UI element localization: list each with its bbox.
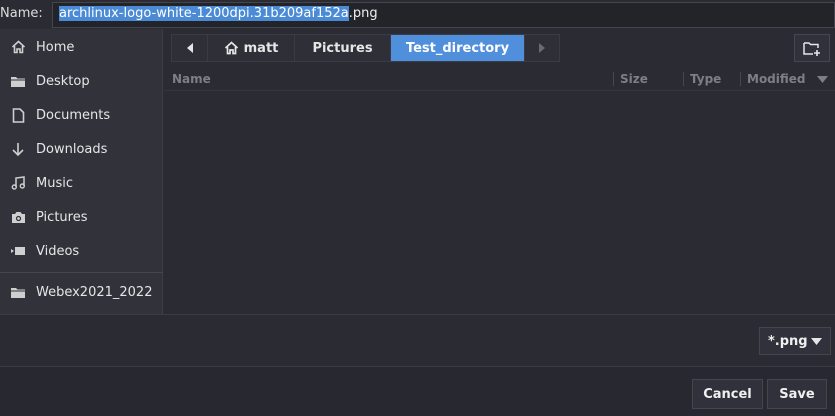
column-divider bbox=[683, 72, 684, 86]
sidebar-item-label: Downloads bbox=[36, 141, 108, 157]
path-item-pictures[interactable]: Pictures bbox=[295, 35, 391, 61]
sidebar-item-downloads[interactable]: Downloads bbox=[0, 132, 163, 166]
music-icon bbox=[0, 176, 36, 190]
chevron-left-icon bbox=[186, 43, 193, 53]
column-header-type[interactable]: Type bbox=[690, 72, 721, 86]
home-icon bbox=[0, 40, 36, 54]
name-label: Name: bbox=[0, 6, 43, 21]
path-item-label: Test_directory bbox=[405, 40, 510, 56]
places-sidebar: Home Desktop Documents Downloads Music P… bbox=[0, 29, 163, 314]
sidebar-item-documents[interactable]: Documents bbox=[0, 98, 163, 132]
chevron-down-icon bbox=[811, 337, 822, 345]
sidebar-item-desktop[interactable]: Desktop bbox=[0, 64, 163, 98]
cancel-button[interactable]: Cancel bbox=[692, 379, 763, 409]
home-icon bbox=[224, 41, 238, 55]
path-item-label: matt bbox=[243, 40, 279, 56]
column-header-modified[interactable]: Modified bbox=[747, 72, 806, 86]
sidebar-item-music[interactable]: Music bbox=[0, 166, 163, 200]
document-icon bbox=[0, 107, 36, 123]
filter-selected-value: *.png bbox=[768, 333, 808, 349]
sidebar-item-label: Webex2021_2022 bbox=[36, 284, 153, 300]
camera-icon bbox=[0, 211, 36, 224]
file-type-filter[interactable]: *.png bbox=[759, 327, 831, 355]
path-item-label: Pictures bbox=[312, 40, 373, 56]
sidebar-separator bbox=[0, 272, 163, 273]
download-icon bbox=[0, 142, 36, 157]
filename-extension-text: .png bbox=[348, 6, 378, 21]
sidebar-item-home[interactable]: Home bbox=[0, 30, 163, 64]
path-item-home[interactable]: matt bbox=[208, 35, 295, 61]
file-list[interactable]: Name Size Type Modified bbox=[164, 67, 835, 314]
column-header-row: Name Size Type Modified bbox=[164, 67, 835, 91]
path-item-current[interactable]: Test_directory bbox=[391, 35, 525, 61]
path-forward-button[interactable] bbox=[525, 35, 559, 61]
sidebar-item-label: Music bbox=[36, 175, 73, 191]
column-divider bbox=[740, 72, 741, 86]
sidebar-item-label: Videos bbox=[36, 243, 80, 259]
action-row: Cancel Save bbox=[0, 366, 835, 416]
column-divider bbox=[613, 72, 614, 86]
path-bar: matt Pictures Test_directory bbox=[171, 34, 560, 62]
sidebar-item-label: Documents bbox=[36, 107, 111, 123]
filter-row: *.png bbox=[0, 314, 835, 366]
sidebar-item-pictures[interactable]: Pictures bbox=[0, 200, 163, 234]
sidebar-item-webex2021-2022[interactable]: Webex2021_2022 bbox=[0, 275, 163, 309]
path-back-button[interactable] bbox=[172, 35, 208, 61]
chevron-right-icon bbox=[539, 43, 545, 53]
sidebar-item-label: Home bbox=[36, 39, 75, 55]
folder-icon bbox=[0, 75, 36, 88]
sidebar-item-label: Desktop bbox=[36, 73, 90, 89]
video-icon bbox=[0, 245, 36, 257]
sidebar-item-label: Pictures bbox=[36, 209, 88, 225]
folder-new-icon bbox=[803, 41, 820, 56]
folder-icon bbox=[0, 286, 36, 299]
filename-input[interactable]: archlinux-logo-white-1200dpi.31b209af152… bbox=[52, 2, 835, 28]
column-header-name[interactable]: Name bbox=[172, 72, 211, 86]
save-button[interactable]: Save bbox=[767, 379, 827, 409]
sort-down-icon bbox=[817, 76, 828, 83]
sidebar-item-videos[interactable]: Videos bbox=[0, 234, 163, 268]
filename-selected-text: archlinux-logo-white-1200dpi.31b209af152… bbox=[59, 6, 349, 21]
new-folder-button[interactable] bbox=[794, 34, 830, 62]
column-header-size[interactable]: Size bbox=[620, 72, 648, 86]
name-row: Name: archlinux-logo-white-1200dpi.31b20… bbox=[0, 0, 835, 28]
